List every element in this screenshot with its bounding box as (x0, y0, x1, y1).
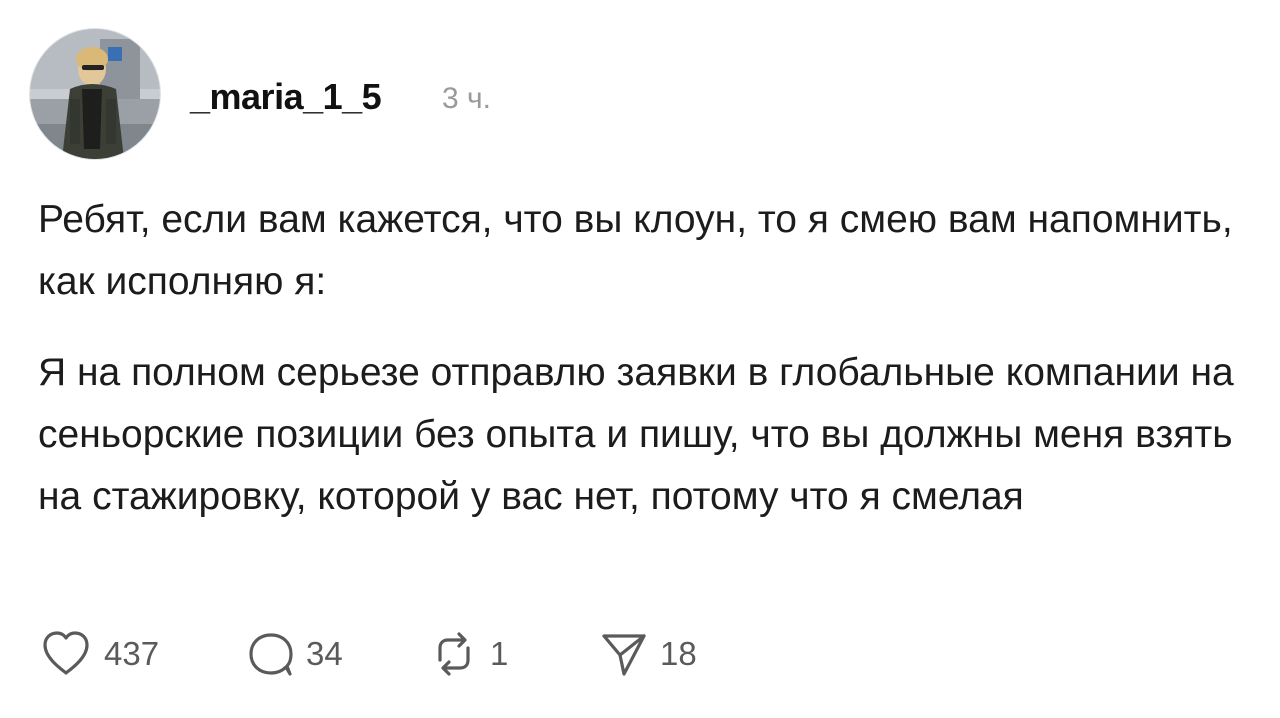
repost-count: 1 (490, 635, 509, 672)
share-button[interactable]: 18 (598, 626, 697, 682)
post-text-paragraph-1: Ребят, если вам кажется, что вы клоун, т… (38, 198, 1233, 303)
thread-post: _maria_1_5 3 ч. Ребят, если вам кажется,… (0, 0, 1280, 718)
author-username[interactable]: _maria_1_5 (190, 76, 382, 118)
repost-button[interactable]: 1 (428, 626, 508, 682)
author-avatar[interactable] (30, 29, 160, 159)
avatar-photo (30, 29, 160, 159)
comment-count: 34 (306, 635, 343, 672)
comment-button[interactable]: 34 (246, 626, 343, 682)
comment-bubble-icon (249, 633, 293, 676)
share-count: 18 (660, 635, 697, 672)
post-text-paragraph-2: Я на полном серьезе отправлю заявки в гл… (38, 351, 1234, 518)
post-timestamp: 3 ч. (442, 82, 491, 115)
like-button[interactable]: 437 (38, 626, 159, 682)
like-count: 437 (104, 635, 160, 672)
heart-icon (43, 631, 89, 675)
repost-icon (438, 632, 470, 676)
send-icon (602, 634, 646, 676)
